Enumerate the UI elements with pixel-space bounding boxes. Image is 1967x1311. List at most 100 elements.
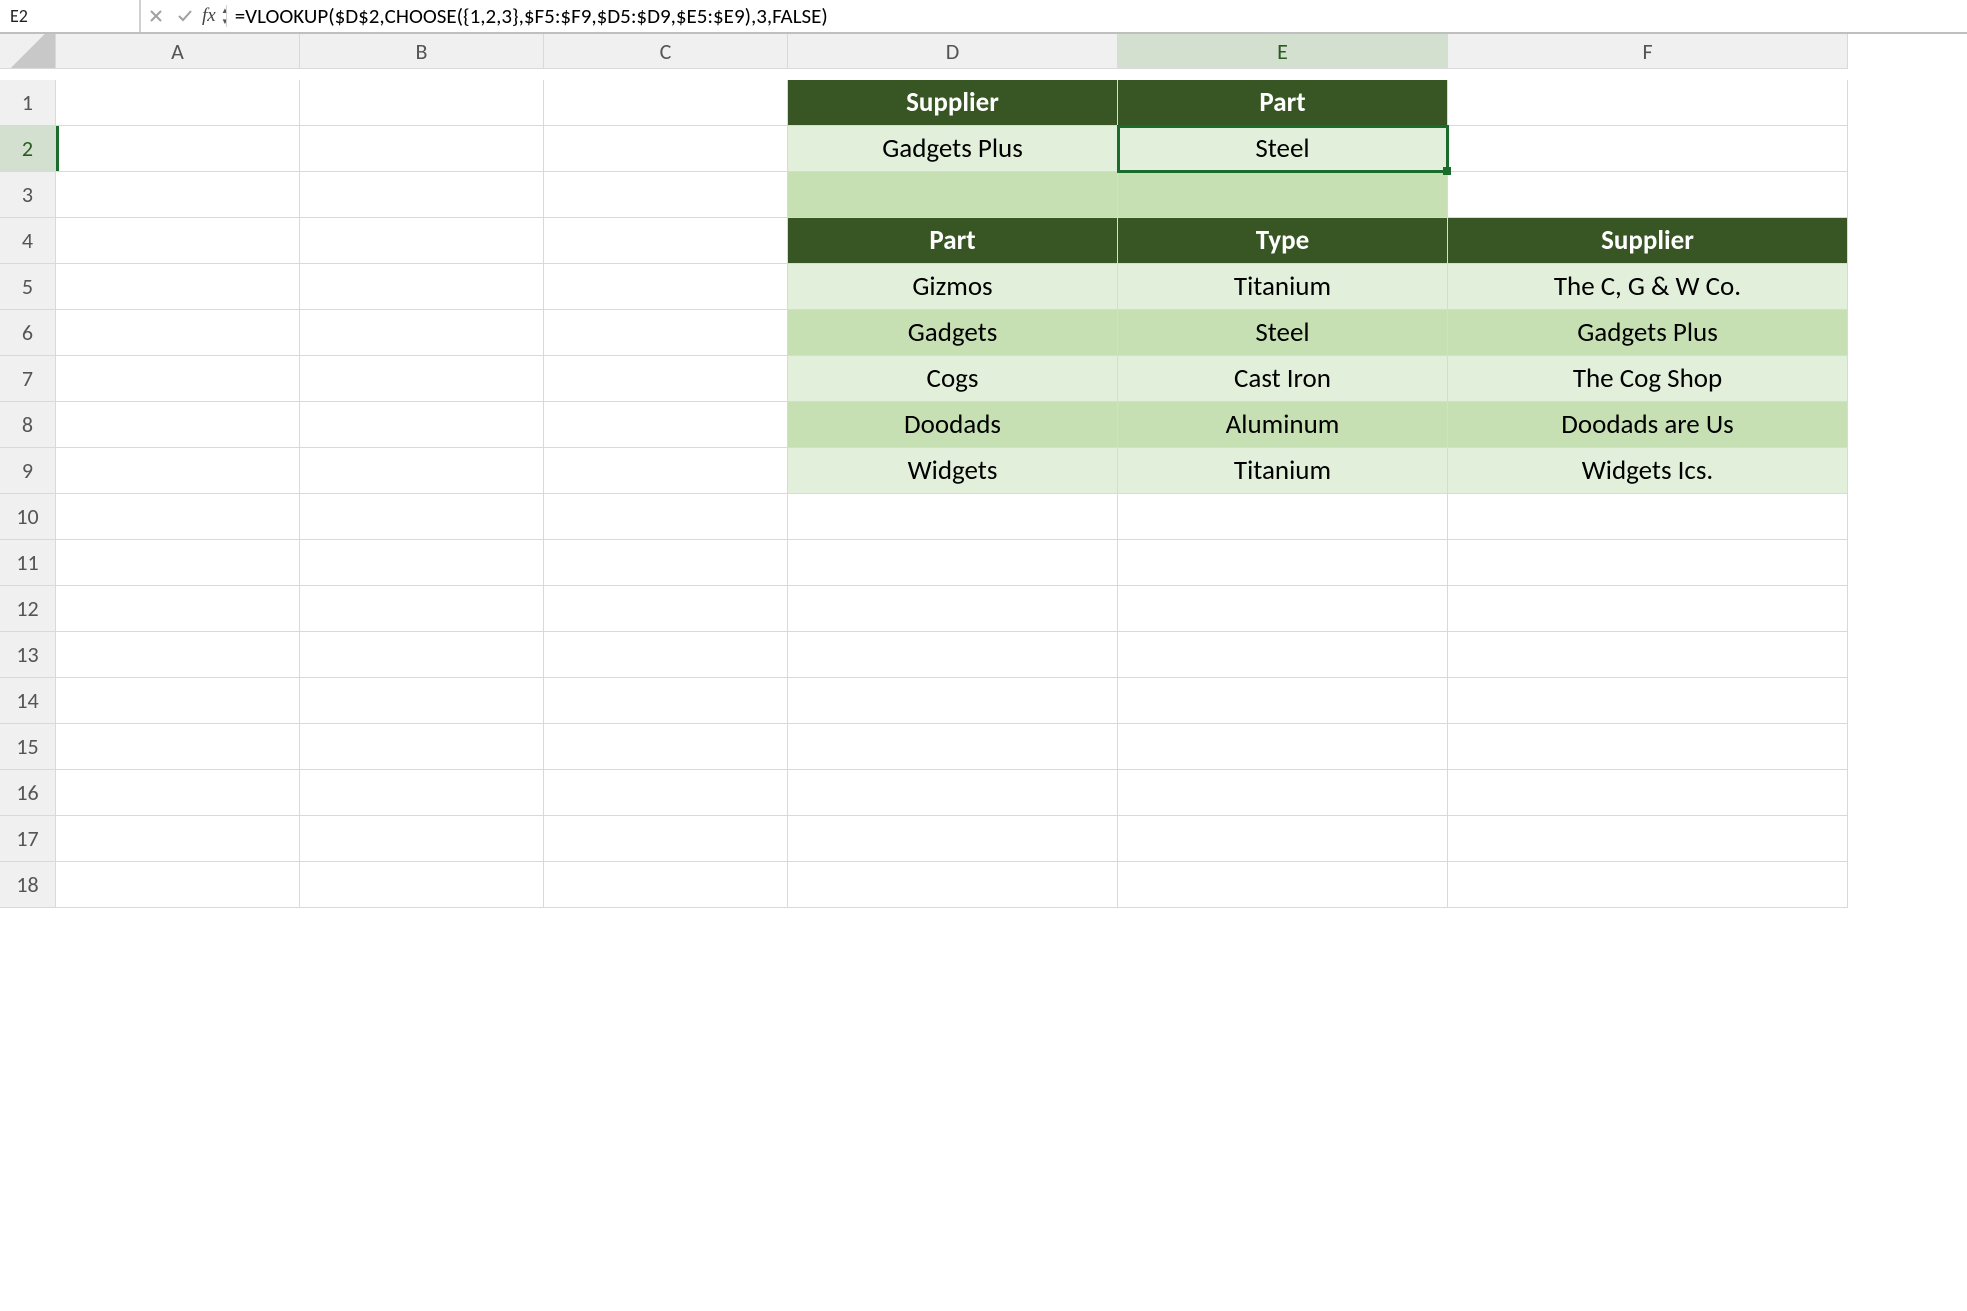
col-header-F[interactable]: F [1448, 34, 1848, 69]
cell-B17[interactable] [300, 816, 544, 862]
row-header-10[interactable]: 10 [0, 494, 56, 540]
cell-C2[interactable] [544, 126, 788, 172]
cell-F4[interactable]: Supplier [1448, 218, 1848, 264]
cell-A18[interactable] [56, 862, 300, 908]
cell-B14[interactable] [300, 678, 544, 724]
col-header-B[interactable]: B [300, 34, 544, 69]
select-all-corner[interactable] [0, 34, 56, 69]
cell-B7[interactable] [300, 356, 544, 402]
cell-B11[interactable] [300, 540, 544, 586]
row-header-17[interactable]: 17 [0, 816, 56, 862]
cell-F5[interactable]: The C, G & W Co. [1448, 264, 1848, 310]
cell-B1[interactable] [300, 80, 544, 126]
cell-E10[interactable] [1118, 494, 1448, 540]
cell-E12[interactable] [1118, 586, 1448, 632]
cell-F11[interactable] [1448, 540, 1848, 586]
cell-E8[interactable]: Aluminum [1118, 402, 1448, 448]
cell-B6[interactable] [300, 310, 544, 356]
cell-C9[interactable] [544, 448, 788, 494]
cell-F10[interactable] [1448, 494, 1848, 540]
col-header-C[interactable]: C [544, 34, 788, 69]
cell-E4[interactable]: Type [1118, 218, 1448, 264]
cell-E16[interactable] [1118, 770, 1448, 816]
cancel-button[interactable] [140, 0, 170, 32]
cell-A1[interactable] [56, 80, 300, 126]
cell-B3[interactable] [300, 172, 544, 218]
cell-B8[interactable] [300, 402, 544, 448]
cell-F2[interactable] [1448, 126, 1848, 172]
cell-B13[interactable] [300, 632, 544, 678]
cell-F1[interactable] [1448, 80, 1848, 126]
row-header-1[interactable]: 1 [0, 80, 56, 126]
cell-B15[interactable] [300, 724, 544, 770]
cell-D8[interactable]: Doodads [788, 402, 1118, 448]
row-header-13[interactable]: 13 [0, 632, 56, 678]
cell-C1[interactable] [544, 80, 788, 126]
cell-E15[interactable] [1118, 724, 1448, 770]
cell-E3[interactable] [1118, 172, 1448, 218]
cell-F7[interactable]: The Cog Shop [1448, 356, 1848, 402]
cell-D16[interactable] [788, 770, 1118, 816]
cell-D4[interactable]: Part [788, 218, 1118, 264]
cell-F12[interactable] [1448, 586, 1848, 632]
cell-F14[interactable] [1448, 678, 1848, 724]
row-header-8[interactable]: 8 [0, 402, 56, 448]
cell-A9[interactable] [56, 448, 300, 494]
cell-A16[interactable] [56, 770, 300, 816]
row-header-7[interactable]: 7 [0, 356, 56, 402]
cell-A13[interactable] [56, 632, 300, 678]
cell-A8[interactable] [56, 402, 300, 448]
cell-D17[interactable] [788, 816, 1118, 862]
cell-C11[interactable] [544, 540, 788, 586]
cell-E5[interactable]: Titanium [1118, 264, 1448, 310]
cell-A17[interactable] [56, 816, 300, 862]
cell-D13[interactable] [788, 632, 1118, 678]
cell-A11[interactable] [56, 540, 300, 586]
cell-A14[interactable] [56, 678, 300, 724]
cell-D7[interactable]: Cogs [788, 356, 1118, 402]
cell-C14[interactable] [544, 678, 788, 724]
cell-D11[interactable] [788, 540, 1118, 586]
cell-B10[interactable] [300, 494, 544, 540]
cell-B18[interactable] [300, 862, 544, 908]
cell-B9[interactable] [300, 448, 544, 494]
cell-E11[interactable] [1118, 540, 1448, 586]
cell-E14[interactable] [1118, 678, 1448, 724]
cell-C13[interactable] [544, 632, 788, 678]
row-header-12[interactable]: 12 [0, 586, 56, 632]
row-header-15[interactable]: 15 [0, 724, 56, 770]
row-header-2[interactable]: 2 [0, 126, 56, 172]
cell-C4[interactable] [544, 218, 788, 264]
cell-A12[interactable] [56, 586, 300, 632]
cell-A5[interactable] [56, 264, 300, 310]
cell-D5[interactable]: Gizmos [788, 264, 1118, 310]
cell-F18[interactable] [1448, 862, 1848, 908]
cell-A15[interactable] [56, 724, 300, 770]
row-header-4[interactable]: 4 [0, 218, 56, 264]
cell-C18[interactable] [544, 862, 788, 908]
cell-F15[interactable] [1448, 724, 1848, 770]
row-header-5[interactable]: 5 [0, 264, 56, 310]
cell-A6[interactable] [56, 310, 300, 356]
cell-A2[interactable] [56, 126, 300, 172]
cell-B16[interactable] [300, 770, 544, 816]
cell-A3[interactable] [56, 172, 300, 218]
cell-A4[interactable] [56, 218, 300, 264]
row-header-9[interactable]: 9 [0, 448, 56, 494]
cell-F16[interactable] [1448, 770, 1848, 816]
cell-E13[interactable] [1118, 632, 1448, 678]
cell-D14[interactable] [788, 678, 1118, 724]
formula-input[interactable] [229, 2, 1967, 30]
cell-A7[interactable] [56, 356, 300, 402]
cell-B12[interactable] [300, 586, 544, 632]
cell-E2[interactable]: Steel [1118, 126, 1448, 172]
cell-D9[interactable]: Widgets [788, 448, 1118, 494]
cell-D15[interactable] [788, 724, 1118, 770]
cell-D10[interactable] [788, 494, 1118, 540]
row-header-3[interactable]: 3 [0, 172, 56, 218]
cell-D2[interactable]: Gadgets Plus [788, 126, 1118, 172]
cell-C7[interactable] [544, 356, 788, 402]
row-header-18[interactable]: 18 [0, 862, 56, 908]
cell-B4[interactable] [300, 218, 544, 264]
col-header-E[interactable]: E [1118, 34, 1448, 69]
